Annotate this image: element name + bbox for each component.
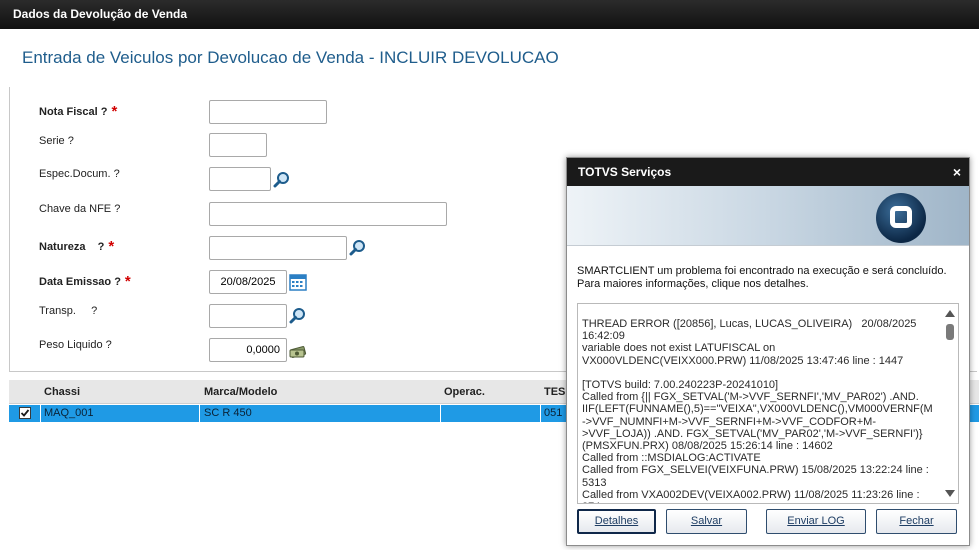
- nota-fiscal-label: Nota Fiscal ? *: [39, 103, 118, 120]
- calendar-icon[interactable]: [289, 273, 307, 291]
- required-marker: *: [108, 238, 115, 255]
- espec-docum-input[interactable]: [209, 167, 271, 191]
- window-titlebar: Dados da Devolução de Venda: [0, 0, 979, 29]
- peso-liquido-label: Peso Liquido ?: [39, 339, 112, 351]
- natureza-input[interactable]: [209, 236, 347, 260]
- page-title: Entrada de Veiculos por Devolucao de Ven…: [22, 48, 559, 67]
- column-header-marca-modelo[interactable]: Marca/Modelo: [204, 380, 277, 404]
- natureza-label: Natureza ? *: [39, 238, 115, 255]
- totvs-logo: [876, 193, 926, 243]
- chave-nfe-input[interactable]: [209, 202, 447, 226]
- serie-input[interactable]: [209, 133, 267, 157]
- espec-docum-label: Espec.Docum. ?: [39, 168, 120, 180]
- save-button[interactable]: Salvar: [666, 509, 747, 534]
- data-emissao-label: Data Emissao ? *: [39, 273, 131, 290]
- message-line-2: Para maiores informações, clique nos det…: [577, 278, 809, 290]
- error-details-text: THREAD ERROR ([20856], Lucas, LUCAS_OLIV…: [582, 318, 933, 503]
- dialog-title: TOTVS Serviços: [567, 158, 969, 186]
- close-icon[interactable]: ×: [953, 158, 961, 186]
- transp-label: Transp. ?: [39, 305, 98, 317]
- details-scrollbar[interactable]: [944, 306, 956, 501]
- money-icon[interactable]: [289, 342, 307, 360]
- serie-label: Serie ?: [39, 135, 74, 147]
- scroll-down-icon[interactable]: [945, 490, 955, 497]
- chave-nfe-label: Chave da NFE ?: [39, 203, 121, 215]
- search-icon[interactable]: [273, 171, 291, 189]
- column-header-tes[interactable]: TES: [544, 380, 565, 404]
- error-dialog: TOTVS Serviços × SMARTCLIENT um problema…: [566, 157, 970, 546]
- checkmark-icon: [20, 409, 30, 417]
- row-checkbox[interactable]: [19, 407, 31, 419]
- scroll-thumb[interactable]: [946, 324, 954, 340]
- cell-chassi: MAQ_001: [44, 407, 94, 419]
- dialog-message: SMARTCLIENT um problema foi encontrado n…: [577, 265, 962, 291]
- search-icon[interactable]: [349, 239, 367, 257]
- message-line-1: SMARTCLIENT um problema foi encontrado n…: [577, 265, 947, 277]
- column-header-operac[interactable]: Operac.: [444, 380, 485, 404]
- required-marker: *: [124, 273, 131, 290]
- window-title: Dados da Devolução de Venda: [13, 7, 188, 21]
- column-header-chassi[interactable]: Chassi: [44, 380, 80, 404]
- error-details-box[interactable]: THREAD ERROR ([20856], Lucas, LUCAS_OLIV…: [577, 303, 959, 504]
- cell-marca-modelo: SC R 450: [204, 407, 252, 419]
- nota-fiscal-input[interactable]: [209, 100, 327, 124]
- dialog-banner: [567, 186, 969, 246]
- required-marker: *: [111, 103, 118, 120]
- scroll-up-icon[interactable]: [945, 310, 955, 317]
- search-icon[interactable]: [289, 307, 307, 325]
- details-button[interactable]: Detalhes: [577, 509, 656, 534]
- cell-tes: 051: [544, 407, 563, 419]
- peso-liquido-input[interactable]: 0,0000: [209, 338, 287, 362]
- send-log-button[interactable]: Enviar LOG: [766, 509, 866, 534]
- close-button[interactable]: Fechar: [876, 509, 957, 534]
- data-emissao-input[interactable]: 20/08/2025: [209, 270, 287, 294]
- transp-input[interactable]: [209, 304, 287, 328]
